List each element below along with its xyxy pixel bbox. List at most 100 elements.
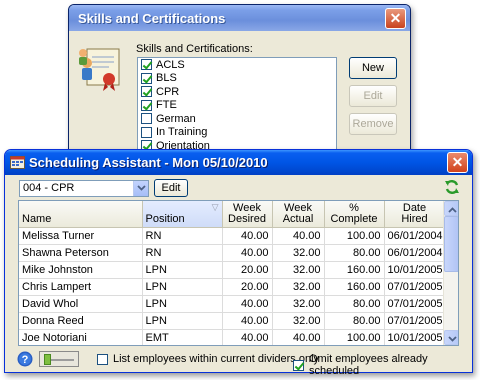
table-cell: 40.00	[272, 227, 325, 245]
scroll-down-icon[interactable]	[444, 330, 458, 345]
app-icon	[10, 156, 25, 169]
table-cell: EMT	[142, 329, 223, 345]
skill-checkbox[interactable]	[141, 126, 152, 138]
skill-checkbox[interactable]	[141, 86, 152, 98]
skill-label: BLS	[156, 72, 177, 85]
table-cell: 32.00	[272, 295, 325, 313]
column-header-label: Complete	[330, 212, 378, 225]
skill-item[interactable]: German	[138, 112, 336, 126]
skill-checkbox[interactable]	[141, 72, 152, 84]
skills-window: Skills and Certifications ✕ Skills and C…	[68, 4, 411, 162]
scheduling-assistant-window: Scheduling Assistant - Mon 05/10/2010 ✕ …	[4, 149, 473, 377]
sort-icon: ▽	[211, 201, 219, 212]
scroll-thumb[interactable]	[444, 216, 458, 272]
skill-filter-value: 004 - CPR	[23, 182, 75, 194]
table-cell: 80.00	[324, 295, 385, 313]
table-cell: 07/01/2005	[384, 278, 446, 296]
skill-item[interactable]: ACLS	[138, 58, 336, 72]
skill-checkbox[interactable]	[141, 59, 152, 71]
table-cell: Donna Reed	[19, 312, 143, 330]
table-row[interactable]: Donna Reed LPN 40.00 32.00 80.00 07/01/2005	[19, 312, 446, 330]
table-cell: LPN	[142, 261, 223, 279]
skill-checkbox[interactable]	[141, 99, 152, 111]
table-cell: 80.00	[324, 312, 385, 330]
column-header[interactable]: Week Actual	[272, 201, 325, 228]
column-header[interactable]: Name	[19, 201, 143, 228]
list-within-dividers-option[interactable]: List employees within current dividers o…	[97, 353, 319, 365]
table-cell: Joe Notoriani	[19, 329, 143, 345]
scroll-up-icon[interactable]	[444, 201, 458, 216]
grid-vertical-scrollbar[interactable]	[443, 201, 458, 345]
options-bar: ? List employees within current dividers…	[5, 350, 472, 377]
new-skill-button[interactable]: New	[349, 57, 397, 79]
skill-label: ACLS	[156, 58, 185, 71]
column-header[interactable]: Week Desired	[222, 201, 273, 228]
skills-list-label: Skills and Certifications:	[136, 43, 253, 55]
skill-checkbox[interactable]	[141, 113, 152, 125]
table-cell: 10/01/2005	[384, 329, 446, 345]
close-icon: ✕	[389, 10, 402, 26]
scheduling-window-title: Scheduling Assistant - Mon 05/10/2010	[29, 155, 268, 170]
table-cell: 40.00	[222, 244, 273, 262]
table-cell: 06/01/2004	[384, 244, 446, 262]
omit-scheduled-option[interactable]: Omit employees already scheduled	[293, 353, 472, 377]
omit-scheduled-checkbox[interactable]	[293, 359, 304, 371]
column-header[interactable]: Date Hired	[384, 201, 446, 228]
zoom-slider[interactable]	[39, 351, 79, 367]
table-cell: 32.00	[272, 261, 325, 279]
table-cell: 40.00	[222, 227, 273, 245]
skill-item[interactable]: FTE	[138, 99, 336, 113]
table-cell: 07/01/2005	[384, 312, 446, 330]
close-icon: ✕	[451, 154, 464, 170]
table-cell: 100.00	[324, 329, 385, 345]
remove-skill-button[interactable]: Remove	[349, 113, 397, 135]
table-cell: LPN	[142, 312, 223, 330]
skill-item[interactable]: In Training	[138, 126, 336, 140]
column-header[interactable]: Position ▽	[142, 201, 223, 228]
table-cell: 160.00	[324, 261, 385, 279]
table-cell: 10/01/2005	[384, 261, 446, 279]
table-row[interactable]: David Whol LPN 40.00 32.00 80.00 07/01/2005	[19, 295, 446, 313]
table-cell: Melissa Turner	[19, 227, 143, 245]
skill-item[interactable]: BLS	[138, 72, 336, 86]
column-header[interactable]: % Complete	[324, 201, 385, 228]
scheduling-close-button[interactable]: ✕	[447, 152, 468, 173]
skill-filter-combobox[interactable]: 004 - CPR	[19, 180, 149, 197]
refresh-icon[interactable]	[444, 179, 460, 195]
table-row[interactable]: Melissa Turner RN 40.00 40.00 100.00 06/01/20…	[19, 227, 446, 245]
skills-close-button[interactable]: ✕	[385, 8, 406, 29]
edit-filter-button[interactable]: Edit	[154, 179, 188, 197]
skills-titlebar[interactable]: Skills and Certifications ✕	[69, 5, 410, 31]
list-within-dividers-checkbox[interactable]	[97, 353, 108, 365]
table-cell: 160.00	[324, 278, 385, 296]
table-cell: 40.00	[222, 295, 273, 313]
column-header-label: Name	[22, 212, 52, 225]
scheduling-titlebar[interactable]: Scheduling Assistant - Mon 05/10/2010 ✕	[5, 150, 472, 175]
column-header-label: Position	[145, 212, 185, 225]
table-row[interactable]: Mike Johnston LPN 20.00 32.00 160.00 10/01/20…	[19, 261, 446, 279]
table-row[interactable]: Chris Lampert LPN 20.00 32.00 160.00 07/01/20…	[19, 278, 446, 296]
employee-grid[interactable]: Name Position ▽ Week Desired Week Actual% Compl…	[18, 200, 459, 346]
table-cell: LPN	[142, 278, 223, 296]
table-cell: 80.00	[324, 244, 385, 262]
table-row[interactable]: Shawna Peterson RN 40.00 32.00 80.00 06/01/20…	[19, 244, 446, 262]
table-cell: 40.00	[222, 329, 273, 345]
skill-label: In Training	[156, 126, 208, 139]
table-cell: 20.00	[222, 278, 273, 296]
help-icon[interactable]: ?	[17, 351, 33, 367]
slider-knob[interactable]	[44, 354, 51, 365]
omit-scheduled-label: Omit employees already scheduled	[309, 353, 428, 377]
table-header-row: Name Position ▽ Week Desired Week Actual% Compl…	[19, 201, 446, 228]
list-within-dividers-label: List employees within current dividers o…	[113, 353, 320, 365]
edit-skill-button[interactable]: Edit	[349, 85, 397, 107]
certificate-icon	[79, 48, 120, 91]
column-header-label: Hired	[401, 212, 428, 225]
table-cell: Mike Johnston	[19, 261, 143, 279]
skill-label: FTE	[156, 99, 177, 112]
table-cell: 07/01/2005	[384, 295, 446, 313]
dropdown-arrow-icon[interactable]	[133, 181, 148, 196]
skills-checklist[interactable]: ACLS BLS CPR FTE German In Training Orientatio…	[137, 57, 337, 153]
table-cell: 40.00	[272, 329, 325, 345]
skill-item[interactable]: CPR	[138, 85, 336, 99]
table-row[interactable]: Joe Notoriani EMT 40.00 40.00 100.00 10/01/20…	[19, 329, 446, 345]
